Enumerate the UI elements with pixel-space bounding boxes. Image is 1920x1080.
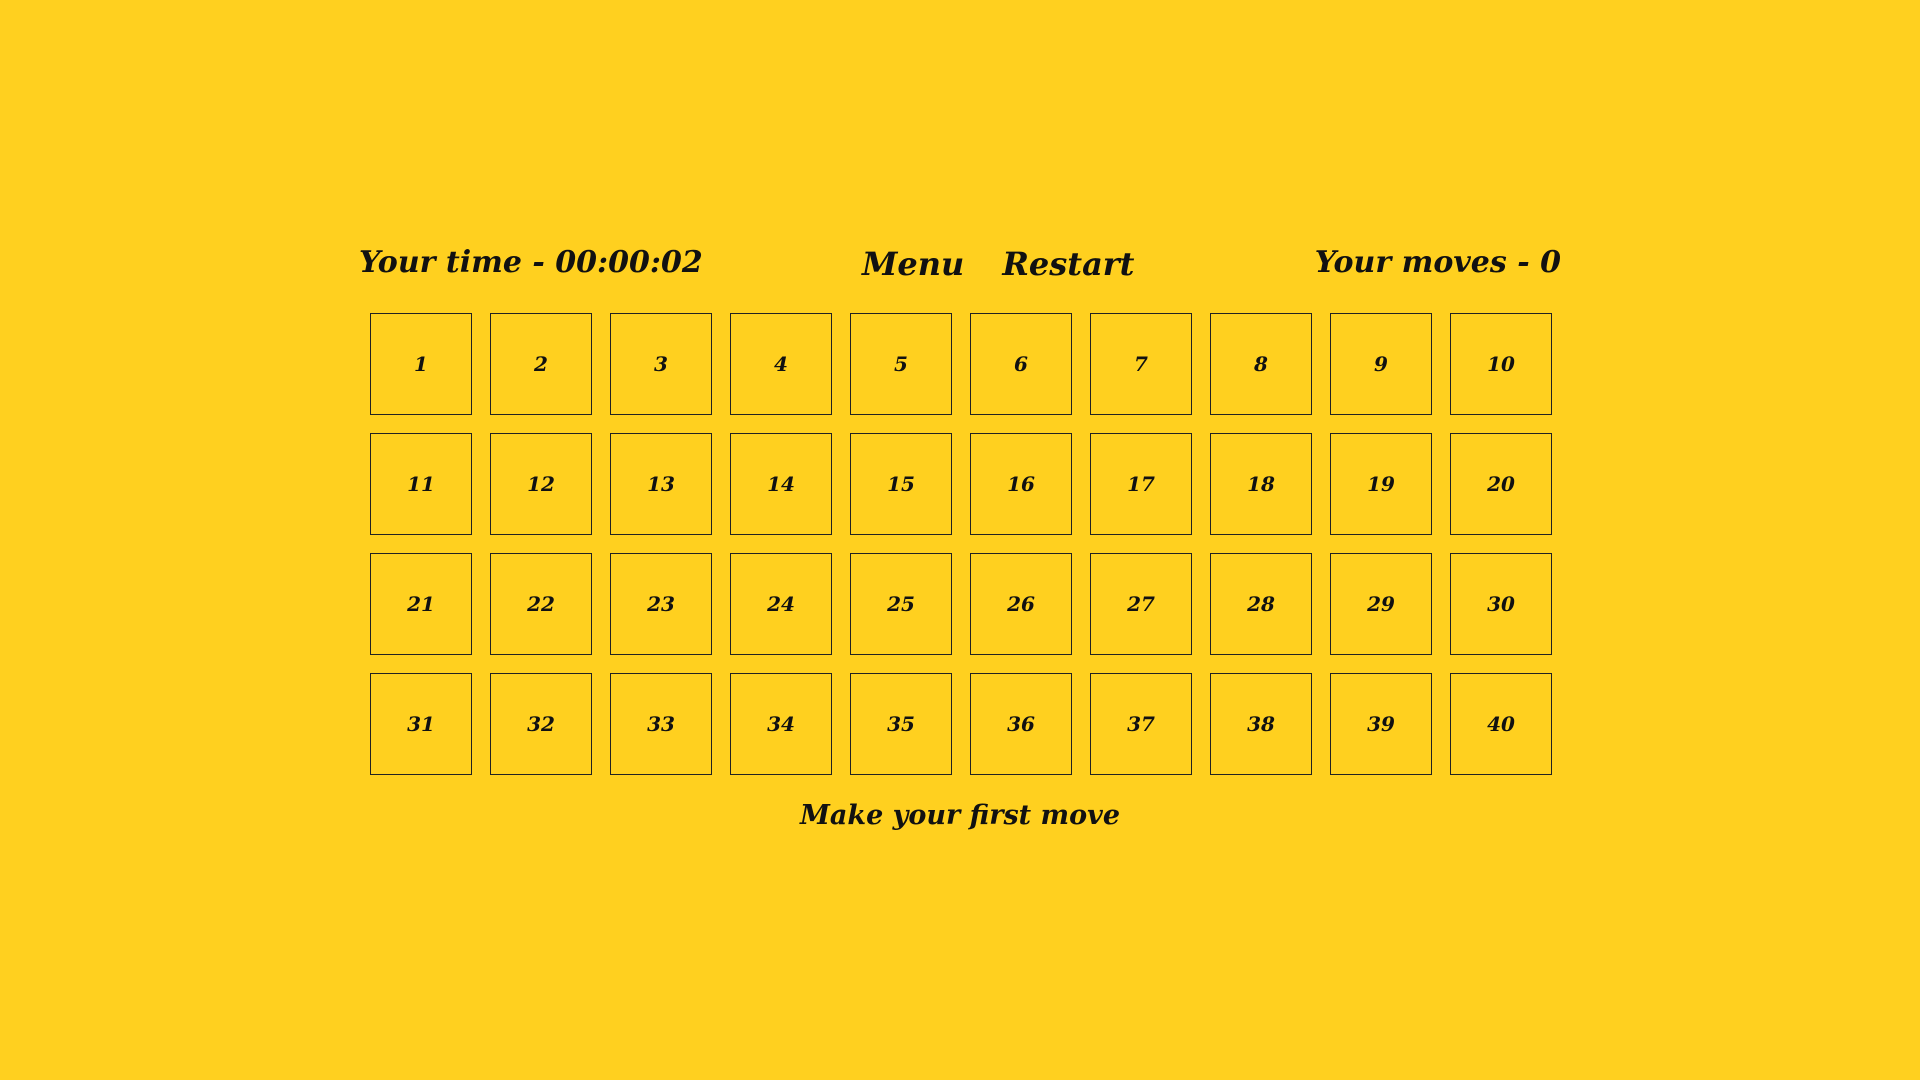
board-cell[interactable]: 40: [1450, 673, 1552, 775]
time-display: Your time - 00:00:02: [359, 245, 703, 280]
board-cell[interactable]: 36: [970, 673, 1072, 775]
board-cell[interactable]: 13: [610, 433, 712, 535]
board-cell[interactable]: 23: [610, 553, 712, 655]
board-cell[interactable]: 34: [730, 673, 832, 775]
header-controls: Menu Restart: [862, 245, 1134, 283]
game-header: Your time - 00:00:02 Menu Restart Your mo…: [359, 245, 1561, 295]
board-cell[interactable]: 5: [850, 313, 952, 415]
board-cell[interactable]: 30: [1450, 553, 1552, 655]
board-cell[interactable]: 12: [490, 433, 592, 535]
board-cell[interactable]: 4: [730, 313, 832, 415]
board-cell[interactable]: 28: [1210, 553, 1312, 655]
board-cell[interactable]: 31: [370, 673, 472, 775]
board-cell[interactable]: 21: [370, 553, 472, 655]
board-cell[interactable]: 33: [610, 673, 712, 775]
board-cell[interactable]: 26: [970, 553, 1072, 655]
board-cell[interactable]: 35: [850, 673, 952, 775]
board-cell[interactable]: 29: [1330, 553, 1432, 655]
board-cell[interactable]: 18: [1210, 433, 1312, 535]
moves-counter: Your moves - 0: [1314, 245, 1561, 280]
board-cell[interactable]: 3: [610, 313, 712, 415]
board-cell[interactable]: 25: [850, 553, 952, 655]
board-cell[interactable]: 2: [490, 313, 592, 415]
board-cell[interactable]: 10: [1450, 313, 1552, 415]
board-cell[interactable]: 6: [970, 313, 1072, 415]
board-cell[interactable]: 27: [1090, 553, 1192, 655]
board-cell[interactable]: 24: [730, 553, 832, 655]
board-cell[interactable]: 37: [1090, 673, 1192, 775]
board-cell[interactable]: 9: [1330, 313, 1432, 415]
board-cell[interactable]: 7: [1090, 313, 1192, 415]
restart-button[interactable]: Restart: [1002, 245, 1134, 283]
board-cell[interactable]: 16: [970, 433, 1072, 535]
board-cell[interactable]: 22: [490, 553, 592, 655]
board-cell[interactable]: 17: [1090, 433, 1192, 535]
menu-button[interactable]: Menu: [862, 245, 964, 283]
board-cell[interactable]: 20: [1450, 433, 1552, 535]
board-cell[interactable]: 39: [1330, 673, 1432, 775]
board-cell[interactable]: 32: [490, 673, 592, 775]
status-message: Make your first move: [800, 800, 1120, 831]
board-cell[interactable]: 11: [370, 433, 472, 535]
board-cell[interactable]: 8: [1210, 313, 1312, 415]
board-cell[interactable]: 1: [370, 313, 472, 415]
board-cell[interactable]: 19: [1330, 433, 1432, 535]
board-cell[interactable]: 14: [730, 433, 832, 535]
board-cell[interactable]: 38: [1210, 673, 1312, 775]
board-cell[interactable]: 15: [850, 433, 952, 535]
game-board: 1 2 3 4 5 6 7 8 9 10 11 12 13 14 15 16 17 18 19 20 21 22 23 24 2…: [370, 313, 1552, 775]
